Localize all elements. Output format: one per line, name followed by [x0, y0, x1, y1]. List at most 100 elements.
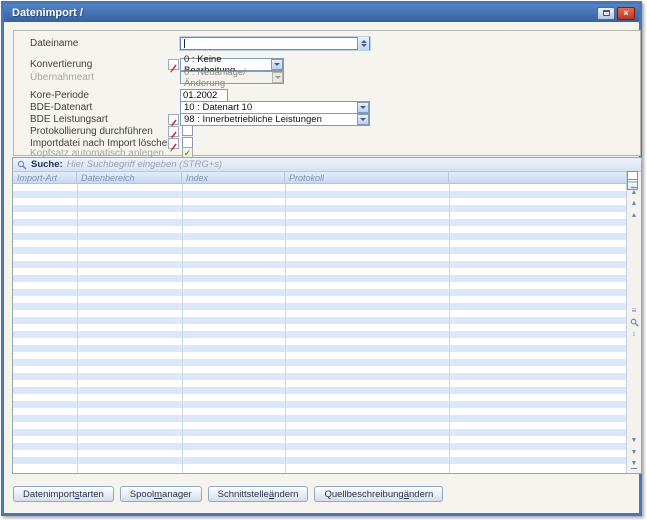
table-row[interactable]: [13, 464, 626, 471]
title-bar[interactable]: Datenimport / ×: [4, 4, 639, 22]
grid-icon: [628, 177, 637, 185]
dateiname-input-field[interactable]: [185, 38, 357, 49]
page-down-button[interactable]: ▼: [628, 447, 641, 458]
search-placeholder: Hier Suchbegriff eingeben (STRG+s): [67, 159, 223, 170]
uebernahmeart-select: 0 : Neuanlage/Änderung: [180, 71, 284, 84]
restore-button[interactable]: [597, 7, 615, 20]
table-row[interactable]: [13, 366, 626, 373]
datenimport-window: Datenimport / × Dateiname: [1, 1, 642, 516]
dateiname-spin-button[interactable]: [357, 37, 369, 50]
table-row[interactable]: [13, 338, 626, 345]
dropdown-arrow-icon: [357, 102, 369, 113]
row-down-button[interactable]: ▼: [628, 435, 641, 446]
search-icon: [17, 160, 27, 170]
table-row[interactable]: [13, 450, 626, 457]
table-row[interactable]: [13, 352, 626, 359]
table-row[interactable]: [13, 296, 626, 303]
column-header-spacer: [449, 172, 626, 184]
table-row[interactable]: [13, 240, 626, 247]
results-panel: Suche: Hier Suchbegriff eingeben (STRG+s…: [12, 157, 642, 474]
window-content: Dateiname Konvertierung 0 : Keine Bearbe…: [4, 22, 639, 512]
table-row[interactable]: [13, 254, 626, 261]
table-row[interactable]: [13, 289, 626, 296]
page-up-button[interactable]: ▲: [628, 198, 641, 209]
row-up-button[interactable]: ▲: [628, 210, 641, 221]
column-header-datenbereich[interactable]: Datenbereich: [77, 172, 182, 184]
table-row[interactable]: [13, 247, 626, 254]
table-row[interactable]: [13, 443, 626, 450]
table-row[interactable]: [13, 212, 626, 219]
footer-toolbar: Datenimport starten Spoolmanager Schnitt…: [13, 486, 449, 502]
scroll-to-top-icon: ▲: [631, 187, 638, 196]
table-row[interactable]: [13, 408, 626, 415]
table-row[interactable]: [13, 219, 626, 226]
table-row[interactable]: [13, 226, 626, 233]
edit-indicator-icon: [168, 126, 179, 137]
quellbeschreibung-aendern-button[interactable]: Quellbeschreibung ändern: [314, 486, 443, 502]
table-row[interactable]: [13, 303, 626, 310]
table-row[interactable]: [13, 191, 626, 198]
dropdown-arrow-icon: [357, 114, 369, 125]
column-header-index[interactable]: Index: [182, 172, 285, 184]
row-down-icon: ▼: [631, 437, 638, 444]
bde-datenart-value: 10 : Datenart 10: [184, 102, 252, 113]
table-row[interactable]: [13, 345, 626, 352]
table-row[interactable]: [13, 275, 626, 282]
table-row[interactable]: [13, 317, 626, 324]
kore-periode-input-field[interactable]: [181, 90, 227, 101]
table-row[interactable]: [13, 422, 626, 429]
table-row[interactable]: [13, 324, 626, 331]
spin-down-icon: [361, 44, 367, 47]
close-icon: ×: [623, 9, 628, 18]
edit-indicator-icon: [168, 59, 179, 70]
table-scroll-strip: ▲ ▲ ▲ ≡ ↕ ▼ ▼ ▼: [626, 172, 641, 473]
table-row[interactable]: [13, 184, 626, 191]
table-row[interactable]: [13, 310, 626, 317]
column-separator: [449, 184, 450, 473]
table-row[interactable]: [13, 261, 626, 268]
table-row[interactable]: [13, 268, 626, 275]
protokollierung-checkbox[interactable]: [182, 125, 193, 136]
close-button[interactable]: ×: [617, 7, 635, 20]
spin-up-icon: [361, 40, 367, 43]
list-view-button[interactable]: ≡: [628, 305, 641, 316]
table-row[interactable]: [13, 205, 626, 212]
table-row[interactable]: [13, 359, 626, 366]
table-row[interactable]: [13, 331, 626, 338]
dateiname-label: Dateiname: [30, 38, 78, 49]
spoolmanager-button[interactable]: Spoolmanager: [120, 486, 202, 502]
search-rows-button[interactable]: [628, 317, 641, 328]
table-row[interactable]: [13, 198, 626, 205]
table-row[interactable]: [13, 429, 626, 436]
datenimport-starten-button[interactable]: Datenimport starten: [13, 486, 114, 502]
form-row-kopfsatz: Kopfsatz automatisch anlegen ✓: [22, 144, 632, 155]
column-header-protokoll[interactable]: Protokoll: [285, 172, 449, 184]
column-header-import-art[interactable]: Import-Art: [13, 172, 77, 184]
table-row[interactable]: [13, 373, 626, 380]
scroll-to-bottom-button[interactable]: ▼: [628, 459, 641, 470]
table-body: [13, 184, 626, 473]
table-row[interactable]: [13, 415, 626, 422]
table-row[interactable]: [13, 282, 626, 289]
column-separator: [285, 184, 286, 473]
table-row[interactable]: [13, 457, 626, 464]
search-icon: [630, 318, 639, 327]
table-row[interactable]: [13, 380, 626, 387]
column-separator: [182, 184, 183, 473]
dropdown-arrow-icon: [272, 72, 283, 83]
table-row[interactable]: [13, 387, 626, 394]
page-down-icon: ▼: [631, 449, 638, 456]
table-row[interactable]: [13, 394, 626, 401]
schnittstelle-aendern-button[interactable]: Schnittstelle ändern: [208, 486, 309, 502]
list-icon: ≡: [632, 307, 637, 315]
table-row[interactable]: [13, 233, 626, 240]
sort-button[interactable]: ↕: [628, 329, 641, 340]
table-row[interactable]: [13, 401, 626, 408]
search-input[interactable]: Suche: Hier Suchbegriff eingeben (STRG+s…: [13, 158, 641, 172]
form-row-uebernahmeart: Übernahmeart 0 : Neuanlage/Änderung: [22, 71, 632, 84]
page-up-icon: ▲: [631, 200, 638, 207]
table-row[interactable]: [13, 436, 626, 443]
scroll-to-top-button[interactable]: ▲: [628, 186, 641, 197]
dateiname-input[interactable]: [180, 37, 370, 50]
kore-periode-label: Kore-Periode: [30, 90, 89, 101]
